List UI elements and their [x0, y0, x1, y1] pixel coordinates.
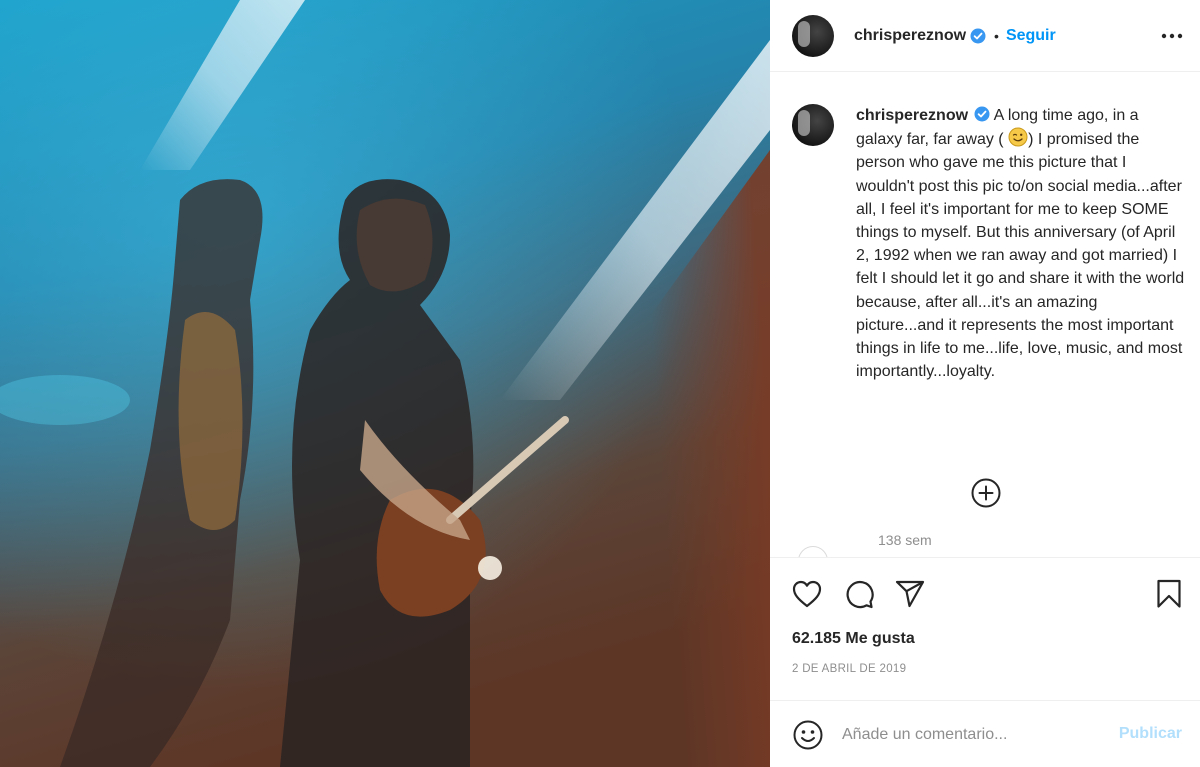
emoji-picker-button[interactable] — [792, 719, 824, 751]
more-options-icon[interactable] — [1158, 22, 1186, 50]
bookmark-icon — [1157, 579, 1181, 608]
comment-button[interactable] — [843, 578, 875, 610]
comment-bar: Publicar — [770, 700, 1200, 767]
heart-icon — [792, 580, 822, 608]
save-button[interactable] — [1153, 578, 1185, 610]
header-separator: • — [994, 27, 999, 44]
caption-username[interactable]: chrispereznow — [856, 107, 968, 124]
post-photo[interactable] — [0, 0, 770, 767]
concert-photo-illustration — [0, 0, 770, 767]
like-button[interactable] — [791, 578, 823, 610]
action-bar — [770, 557, 1200, 627]
publish-button[interactable]: Publicar — [1119, 725, 1182, 743]
share-button[interactable] — [894, 578, 926, 610]
verified-badge-icon — [970, 28, 986, 43]
post-header: chrispereznow • Seguir — [770, 0, 1200, 72]
post-age[interactable]: 138 sem — [878, 532, 932, 548]
avatar[interactable] — [792, 14, 834, 57]
comment-input[interactable] — [842, 721, 1102, 749]
caption-text: chrispereznow A long time ago, in a gala… — [856, 104, 1186, 383]
send-icon — [895, 580, 925, 608]
post-sidebar: chrispereznow • Seguir chrispereznow A l… — [770, 0, 1200, 767]
plus-circle-icon — [971, 478, 1001, 508]
smiley-icon — [793, 720, 823, 750]
post-date: 2 DE ABRIL DE 2019 — [792, 663, 907, 675]
header-username[interactable]: chrispereznow — [854, 27, 966, 45]
verified-badge-icon — [974, 106, 990, 122]
comment-bubble-icon — [846, 580, 874, 609]
caption-part2: ) I promised the person who gave me this… — [856, 131, 1185, 381]
follow-button[interactable]: Seguir — [1006, 27, 1056, 45]
load-more-comments-button[interactable] — [970, 477, 1002, 509]
like-count[interactable]: 62.185 Me gusta — [792, 630, 915, 648]
winking-face-emoji-icon — [1008, 127, 1028, 147]
caption-avatar[interactable] — [792, 104, 834, 146]
